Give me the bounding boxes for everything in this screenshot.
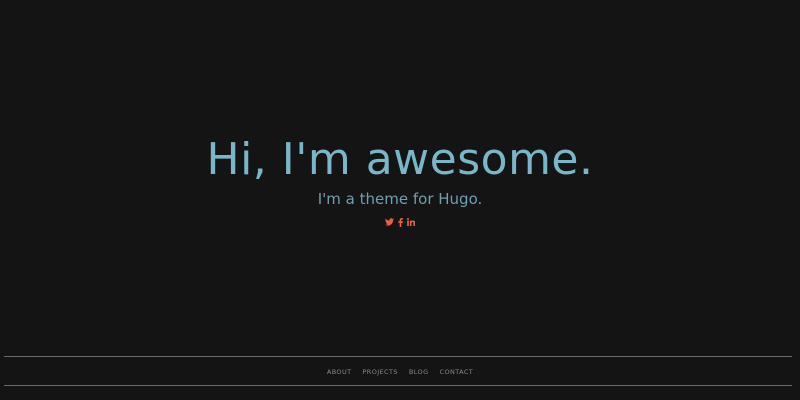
twitter-icon [385, 218, 394, 226]
footer-divider-bottom [4, 385, 792, 386]
facebook-link[interactable] [398, 216, 403, 228]
twitter-link[interactable] [385, 216, 394, 228]
footer-divider-top [4, 356, 792, 357]
footer-nav-blog[interactable]: BLOG [409, 368, 429, 376]
page: Hi, I'm awesome. I'm a theme for Hugo. A… [0, 0, 800, 400]
linkedin-icon [407, 218, 415, 226]
footer-nav-contact[interactable]: CONTACT [440, 368, 474, 376]
footer-nav-about[interactable]: ABOUT [327, 368, 352, 376]
footer-nav: ABOUT PROJECTS BLOG CONTACT [0, 366, 800, 378]
hero-title: Hi, I'm awesome. [206, 134, 594, 185]
social-links [0, 215, 800, 229]
linkedin-link[interactable] [407, 216, 415, 228]
hero-subtitle: I'm a theme for Hugo. [317, 190, 483, 208]
facebook-icon [398, 217, 403, 227]
footer-nav-projects[interactable]: PROJECTS [362, 368, 397, 376]
